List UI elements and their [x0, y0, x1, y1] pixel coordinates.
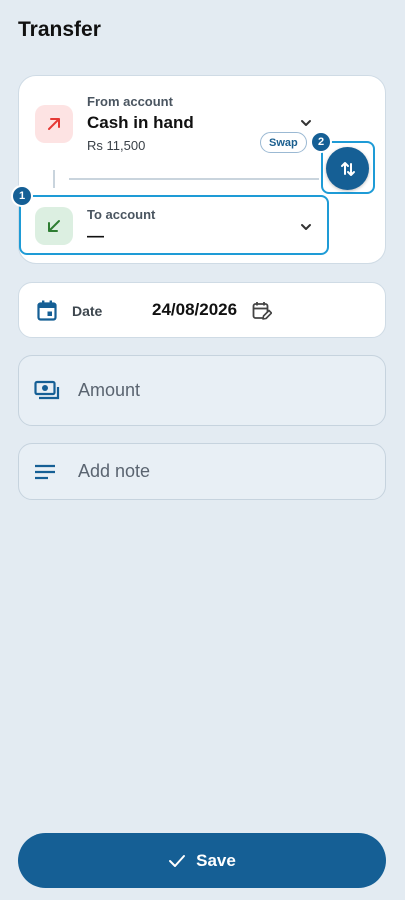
step-badge-2: 2 [310, 131, 332, 153]
amount-field[interactable]: Amount [18, 355, 386, 426]
save-button[interactable]: Save [18, 833, 386, 888]
date-value[interactable]: 24/08/2026 [152, 300, 237, 320]
from-account-name[interactable]: Cash in hand [87, 113, 194, 133]
chevron-down-icon[interactable] [299, 118, 313, 128]
calendar-icon [37, 300, 57, 321]
date-row[interactable]: Date 24/08/2026 [18, 282, 386, 338]
to-account-selector[interactable] [19, 195, 329, 255]
arrow-up-right-icon [35, 105, 73, 143]
notes-icon [35, 464, 55, 480]
amount-placeholder: Amount [78, 380, 141, 400]
calendar-edit-icon[interactable] [252, 301, 272, 321]
swap-chip[interactable]: Swap [260, 132, 307, 153]
date-label: Date [72, 303, 103, 319]
cash-icon [34, 380, 60, 400]
note-field[interactable]: Add note [18, 443, 386, 500]
check-icon [169, 854, 186, 867]
divider [69, 178, 319, 180]
save-label: Save [196, 850, 236, 870]
step-badge-1: 1 [11, 185, 33, 207]
from-account-label: From account [87, 94, 173, 109]
connector-line [53, 170, 55, 188]
note-placeholder: Add note [78, 461, 151, 481]
page-title: Transfer [18, 18, 101, 41]
swap-button[interactable] [326, 147, 369, 190]
swap-vertical-icon [340, 161, 355, 176]
from-account-balance: Rs 11,500 [87, 138, 146, 153]
